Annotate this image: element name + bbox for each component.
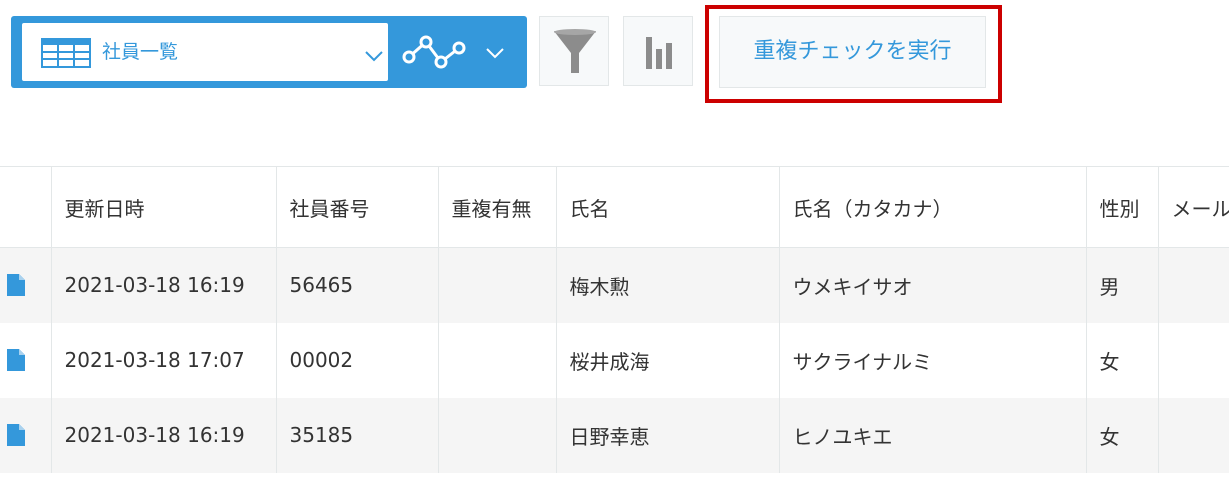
graph-view-icon[interactable] bbox=[401, 32, 467, 72]
cell-gender: 女 bbox=[1086, 322, 1159, 398]
record-detail-link[interactable] bbox=[0, 397, 52, 473]
cell-name: 日野幸恵 bbox=[556, 397, 780, 473]
header-gender[interactable]: 性別 bbox=[1086, 166, 1159, 248]
header-icon-cell bbox=[0, 166, 52, 248]
cell-employee-no: 56465 bbox=[276, 247, 439, 323]
chevron-down-icon bbox=[365, 51, 383, 62]
cell-updated-at: 2021-03-18 16:19 bbox=[51, 247, 277, 323]
cell-duplicate bbox=[438, 322, 557, 398]
record-detail-link[interactable] bbox=[0, 322, 52, 398]
cell-name: 桜井成海 bbox=[556, 322, 780, 398]
cell-gender: 女 bbox=[1086, 397, 1159, 473]
table-row: 2021-03-18 16:19 56465 梅木勲 ウメキイサオ 男 bbox=[0, 247, 1229, 323]
cell-email bbox=[1158, 397, 1229, 473]
table-header-row: 更新日時 社員番号 重複有無 氏名 氏名（カタカナ） 性別 メール bbox=[0, 166, 1229, 248]
cell-name: 梅木勲 bbox=[556, 247, 780, 323]
table-view-icon bbox=[41, 38, 91, 68]
header-email[interactable]: メール bbox=[1158, 166, 1229, 248]
cell-employee-no: 35185 bbox=[276, 397, 439, 473]
cell-gender: 男 bbox=[1086, 247, 1159, 323]
cell-name-kana: ヒノユキエ bbox=[779, 397, 1087, 473]
record-detail-link[interactable] bbox=[0, 247, 52, 323]
cell-updated-at: 2021-03-18 17:07 bbox=[51, 322, 277, 398]
table-row: 2021-03-18 17:07 00002 桜井成海 サクライナルミ 女 bbox=[0, 322, 1229, 398]
header-name[interactable]: 氏名 bbox=[556, 166, 780, 248]
cell-employee-no: 00002 bbox=[276, 322, 439, 398]
table-row: 2021-03-18 16:19 35185 日野幸恵 ヒノユキエ 女 bbox=[0, 397, 1229, 473]
view-name: 社員一覧 bbox=[102, 41, 179, 63]
document-icon bbox=[7, 424, 25, 446]
header-updated-at[interactable]: 更新日時 bbox=[51, 166, 277, 248]
document-icon bbox=[7, 274, 25, 297]
cell-name-kana: サクライナルミ bbox=[779, 322, 1087, 398]
cell-duplicate bbox=[438, 397, 557, 473]
bar-chart-icon bbox=[646, 37, 672, 69]
cell-name-kana: ウメキイサオ bbox=[779, 247, 1087, 323]
filter-icon bbox=[554, 29, 596, 73]
record-list-page: 社員一覧 重複チェックを実行 更新日時 社員番号 重複有無 氏名 氏名（カタカナ… bbox=[0, 0, 1229, 485]
cell-duplicate bbox=[438, 247, 557, 323]
duplicate-check-button[interactable]: 重複チェックを実行 bbox=[719, 16, 986, 88]
cell-updated-at: 2021-03-18 16:19 bbox=[51, 397, 277, 473]
header-duplicate[interactable]: 重複有無 bbox=[438, 166, 557, 248]
cell-email bbox=[1158, 247, 1229, 323]
header-employee-no[interactable]: 社員番号 bbox=[276, 166, 439, 248]
filter-button[interactable] bbox=[539, 16, 609, 86]
header-name-kana[interactable]: 氏名（カタカナ） bbox=[779, 166, 1087, 248]
cell-email bbox=[1158, 322, 1229, 398]
document-icon bbox=[7, 349, 25, 371]
chevron-down-icon[interactable] bbox=[485, 47, 505, 59]
chart-button[interactable] bbox=[623, 16, 693, 86]
view-selector[interactable]: 社員一覧 bbox=[22, 23, 388, 81]
view-toolbar: 社員一覧 bbox=[11, 16, 527, 88]
record-table: 更新日時 社員番号 重複有無 氏名 氏名（カタカナ） 性別 メール 2021-0… bbox=[0, 166, 1229, 473]
